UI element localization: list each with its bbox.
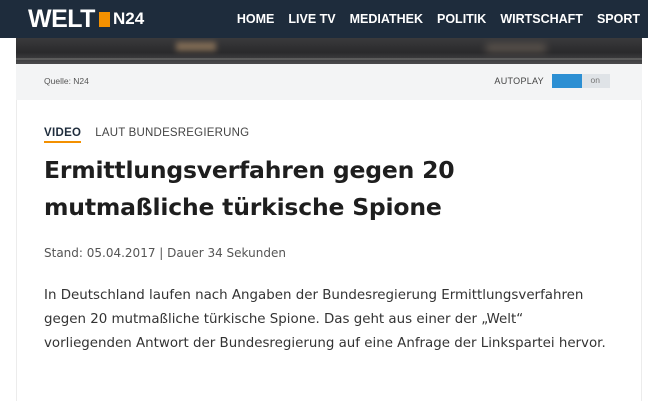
- article-topic: LAUT BUNDESREGIERUNG: [95, 127, 250, 139]
- article-meta: Stand: 05.04.2017 | Dauer 34 Sekunden: [44, 246, 286, 260]
- nav-item-live-tv[interactable]: LIVE TV: [288, 12, 335, 26]
- autoplay-control: AUTOPLAY on: [494, 74, 610, 88]
- nav-item-politik[interactable]: POLITIK: [437, 12, 486, 26]
- logo-welt-text: WELT: [28, 4, 95, 33]
- article-headline: Ermittlungsverfahren gegen 20 mutmaßlich…: [44, 156, 455, 221]
- nav-item-mediathek[interactable]: MEDIATHEK: [350, 12, 423, 26]
- autoplay-label: AUTOPLAY: [494, 76, 544, 86]
- article-lead: In Deutschland laufen nach Angaben der B…: [44, 288, 606, 351]
- welt-n24-logo[interactable]: WELT N24: [28, 5, 144, 33]
- video-frame-detail: [176, 42, 216, 51]
- nav-item-sport[interactable]: SPORT: [597, 12, 640, 26]
- video-source: Quelle: N24: [44, 76, 89, 86]
- article-kicker: VIDEO LAUT BUNDESREGIERUNG: [44, 127, 249, 143]
- main-nav: HOME LIVE TV MEDIATHEK POLITIK WIRTSCHAF…: [237, 0, 640, 38]
- article: VIDEO LAUT BUNDESREGIERUNG Ermittlungsve…: [0, 100, 648, 401]
- article-type-badge[interactable]: VIDEO: [44, 127, 82, 143]
- nav-item-home[interactable]: HOME: [237, 12, 275, 26]
- autoplay-state: on: [590, 75, 600, 85]
- logo-n24: N24: [98, 9, 145, 29]
- divider: [641, 100, 642, 401]
- video-frame-detail: [486, 44, 546, 52]
- n24-mark-icon: [98, 11, 110, 27]
- video-caption-bar: Quelle: N24 AUTOPLAY on: [16, 64, 642, 100]
- nav-item-wirtschaft[interactable]: WIRTSCHAFT: [500, 12, 583, 26]
- divider: [16, 100, 17, 401]
- logo-n24-text: N24: [112, 9, 145, 28]
- autoplay-toggle[interactable]: on: [552, 74, 610, 88]
- autoplay-toggle-knob: [552, 74, 582, 88]
- video-player[interactable]: [16, 38, 642, 64]
- video-frame-detail: [16, 58, 642, 60]
- top-navigation-bar: WELT N24 HOME LIVE TV MEDIATHEK POLITIK …: [0, 0, 648, 38]
